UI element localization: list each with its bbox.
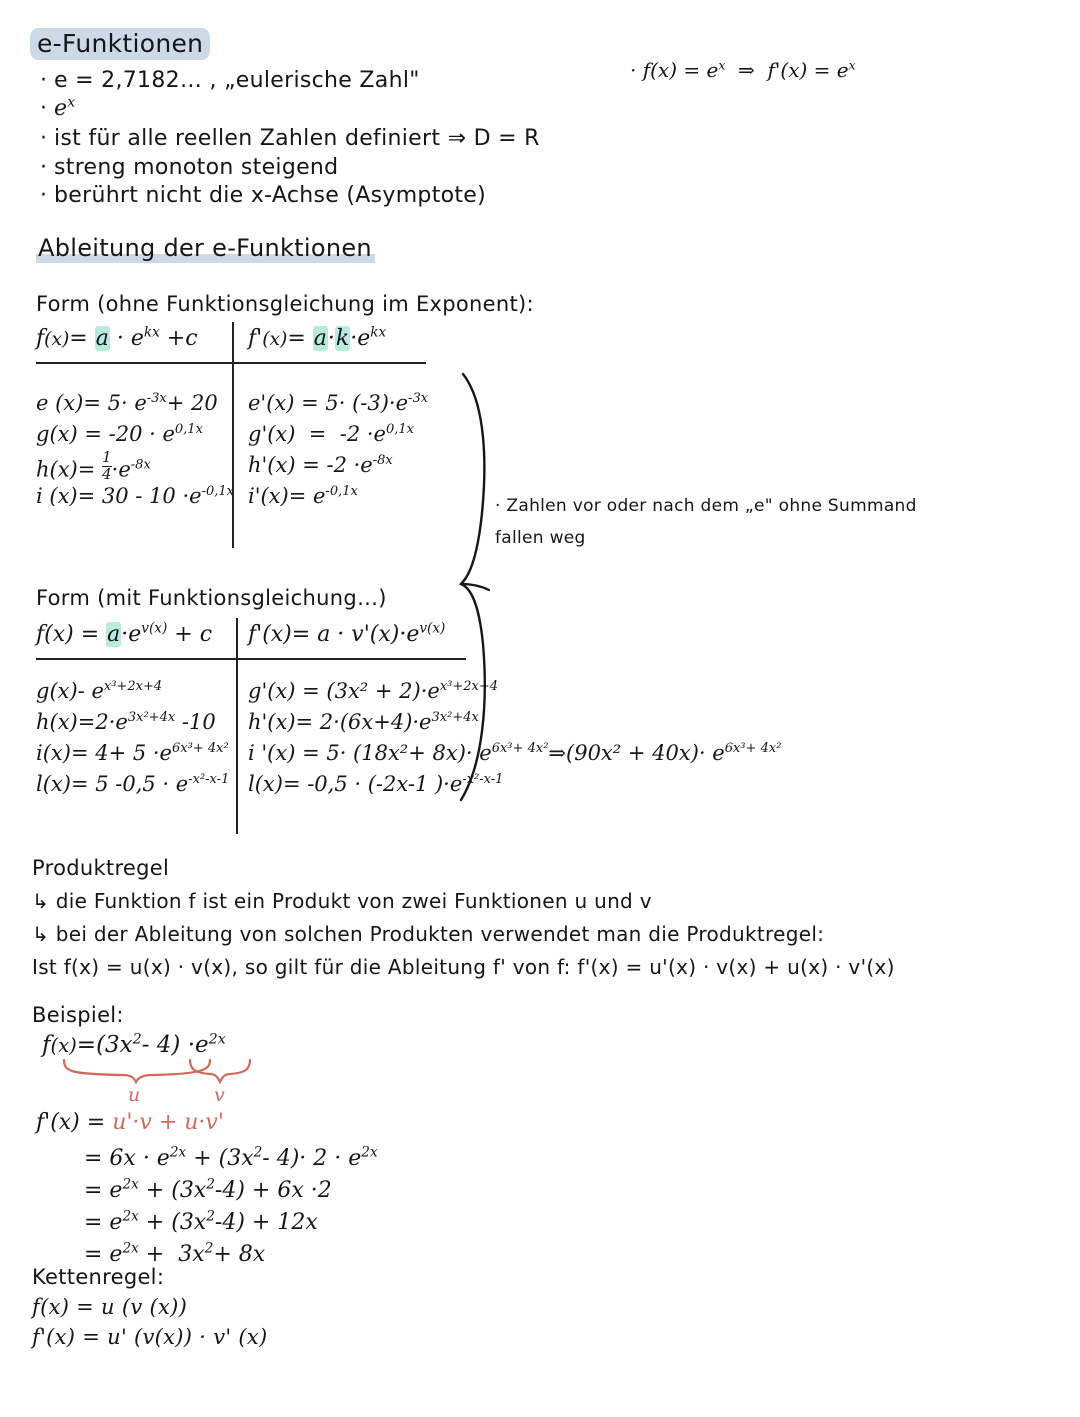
table-row: i'(x)= e-0,1x — [248, 484, 358, 508]
section-heading-text: Ableitung der e-Funktionen — [36, 234, 375, 263]
section-kettenregel: Kettenregel: f(x) = u (v (x)) f'(x) = u'… — [32, 1262, 268, 1352]
section-heading-produktregel: Produktregel — [32, 856, 170, 880]
produktregel-line: ↳ bei der Ableitung von solchen Produkte… — [32, 922, 825, 946]
u-group: (3x2- 4) — [96, 1031, 181, 1058]
bullet-text: streng monoton steigend — [54, 155, 339, 180]
table-row: i '(x) = 5· (18x²+ 8x)· e6x³+ 4x²⇒(90x² … — [248, 741, 782, 765]
form2-column-divider — [236, 618, 238, 834]
table-row: e'(x) = 5· (-3)·e-3x — [248, 391, 429, 415]
form2-right-column: g'(x) = (3x² + 2)·ex³+2x+4 h'(x)= 2·(6x+… — [248, 676, 781, 800]
form2-header-underline — [36, 658, 466, 660]
list-item: · berührt nicht die x-Achse (Asymptote) — [40, 183, 486, 208]
produktregel-line: ↳ die Funktion f ist ein Produkt von zwe… — [32, 889, 652, 913]
table-row: h(x)= 1 4 ·e-8x — [36, 448, 151, 483]
table-row: i(x)= 4+ 5 ·e6x³+ 4x² — [36, 741, 229, 765]
produktregel-line: Ist f(x) = u(x) · v(x), so gilt für die … — [32, 955, 895, 979]
section-heading-kettenregel: Kettenregel: — [32, 1265, 165, 1289]
section-produktregel: Produktregel ↳ die Funktion f ist ein Pr… — [32, 852, 895, 984]
table-row: h(x)=2·e3x²+4x -10 — [36, 710, 216, 734]
bullet-text: ist für alle reellen Zahlen definiert ⇒ … — [54, 126, 540, 151]
form2-left-column: g(x)- ex³+2x+4 h(x)=2·e3x²+4x -10 i(x)= … — [36, 676, 229, 800]
form1-header-right: f'(x)= a·k·ekx — [248, 324, 387, 351]
form1-label: Form (ohne Funktionsgleichung im Exponen… — [36, 292, 534, 316]
bullet-dot: · — [40, 126, 48, 151]
list-item: · streng monoton steigend — [40, 155, 338, 180]
side-note-line: · Zahlen vor oder nach dem „e" ohne Summ… — [495, 496, 917, 516]
step-line: = e2x + (3x2-4) + 12x — [84, 1208, 318, 1235]
section-heading-ableitung: Ableitung der e-Funktionen — [36, 234, 375, 263]
section-heading-beispiel: Beispiel: — [32, 1003, 124, 1027]
form2-label: Form (mit Funktionsgleichung…) — [36, 586, 387, 610]
kettenregel-line: f(x) = u (v (x)) — [32, 1295, 188, 1319]
table-row: g'(x) = (3x² + 2)·ex³+2x+4 — [248, 679, 499, 703]
label-v: v — [214, 1084, 225, 1106]
side-note-line: fallen weg — [495, 528, 586, 548]
bullet-text: e = 2,7182… , „eulerische Zahl" — [54, 68, 420, 93]
table-row: i (x)= 30 - 10 ·e-0,1x — [36, 484, 234, 508]
beispiel-rule-line: f'(x) = u'·v + u·v' — [36, 1110, 224, 1135]
list-item: · ex — [40, 96, 75, 121]
v-group: e2x — [195, 1031, 226, 1058]
bullet-dot: · — [40, 96, 48, 121]
table-row: g'(x) = -2 ·e0,1x — [248, 422, 415, 446]
page-title: e-Funktionen — [30, 28, 211, 60]
bullet-text: ex — [54, 94, 76, 121]
bullet-dot: · — [40, 183, 48, 208]
table-row: h'(x) = -2 ·e-8x — [248, 453, 393, 477]
form2-header-left: f(x) = a·ev(x) + c — [36, 620, 213, 647]
bullet-text: berührt nicht die x-Achse (Asymptote) — [54, 183, 487, 208]
page-title-text: e-Funktionen — [30, 28, 211, 60]
step-line: = e2x + (3x2-4) + 6x ·2 — [84, 1176, 332, 1203]
form1-right-column: e'(x) = 5· (-3)·e-3x g'(x) = -2 ·e0,1x h… — [248, 388, 428, 512]
section-beispiel: Beispiel: — [32, 1003, 124, 1027]
rule-line-red: u'·v + u·v' — [112, 1110, 224, 1135]
beispiel-function: f(x)=(3x2- 4) ·e2x — [42, 1031, 226, 1058]
list-item: · e = 2,7182… , „eulerische Zahl" — [40, 68, 420, 93]
table-row: e (x)= 5· e-3x+ 20 — [36, 391, 218, 415]
label-u: u — [128, 1084, 141, 1106]
list-item: · ist für alle reellen Zahlen definiert ⇒… — [40, 126, 540, 151]
notes-page: e-Funktionen · e = 2,7182… , „eulerische … — [0, 0, 1080, 1417]
table-row: g(x) = -20 · e0,1x — [36, 422, 203, 446]
bullet-dot: · — [40, 155, 48, 180]
form1-header-underline — [36, 362, 426, 364]
table-row: g(x)- ex³+2x+4 — [36, 679, 163, 703]
bullet-dot: · — [40, 68, 48, 93]
table-row: l(x)= -0,5 · (-2x-1 )·e-x²-x-1 — [248, 772, 504, 796]
side-note: · Zahlen vor oder nach dem „e" ohne Summ… — [495, 490, 917, 554]
form1-header-left: f(x)= a · ekx +c — [36, 324, 198, 351]
table-row: l(x)= 5 -0,5 · e-x²-x-1 — [36, 772, 230, 796]
kettenregel-line: f'(x) = u' (v(x)) · v' (x) — [32, 1325, 268, 1349]
underbrace-v-icon — [188, 1058, 252, 1084]
step-line: = 6x · e2x + (3x2- 4)· 2 · e2x — [84, 1144, 378, 1171]
form2-header-right: f'(x)= a · v'(x)·ev(x) — [248, 620, 446, 647]
table-row: h'(x)= 2·(6x+4)·e3x²+4x — [248, 710, 479, 734]
form1-left-column: e (x)= 5· e-3x+ 20 g(x) = -20 · e0,1x h(… — [36, 388, 234, 512]
